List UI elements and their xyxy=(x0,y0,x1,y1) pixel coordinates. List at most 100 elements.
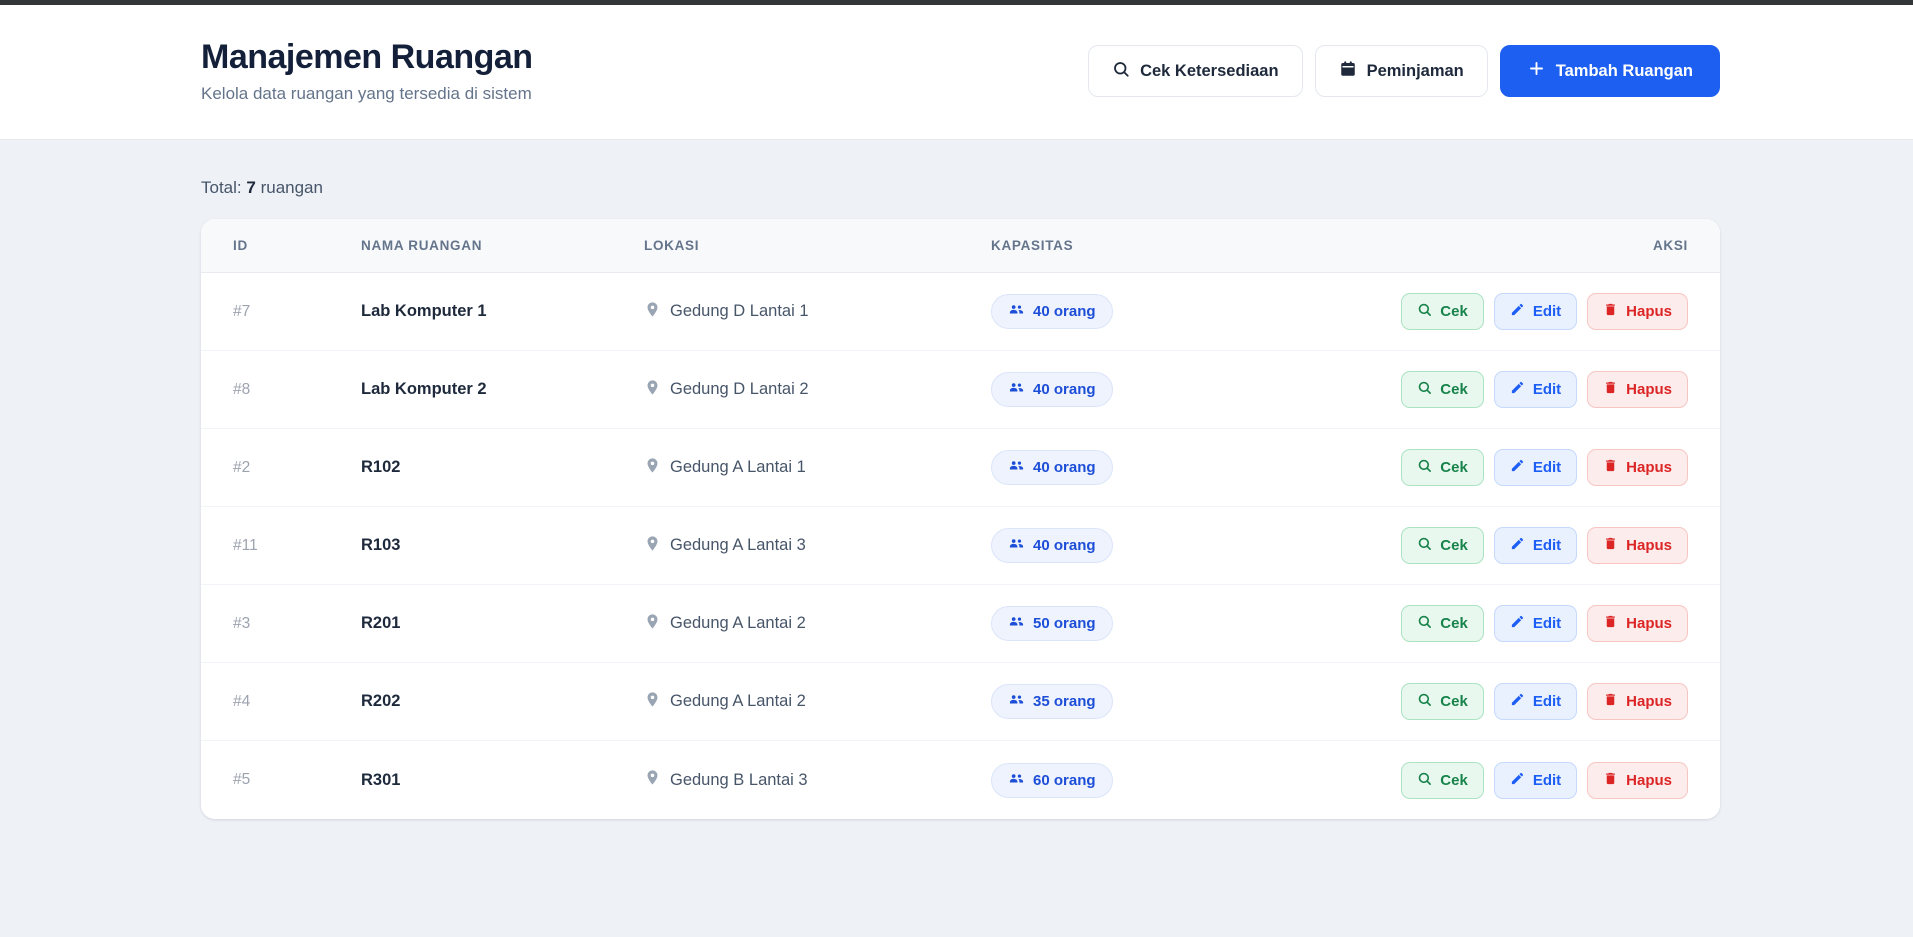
table-row: #3 R201 Gedung A Lantai 2 50 orang Cek xyxy=(201,585,1720,663)
add-room-label: Tambah Ruangan xyxy=(1556,62,1693,81)
search-icon xyxy=(1417,771,1432,790)
edit-room-button[interactable]: Edit xyxy=(1494,527,1577,564)
check-room-button[interactable]: Cek xyxy=(1401,527,1484,564)
check-room-button[interactable]: Cek xyxy=(1401,371,1484,408)
edit-room-button[interactable]: Edit xyxy=(1494,605,1577,642)
edit-room-label: Edit xyxy=(1533,459,1561,476)
pencil-icon xyxy=(1510,536,1525,555)
room-name: Lab Komputer 2 xyxy=(361,380,644,399)
page-title: Manajemen Ruangan xyxy=(201,38,533,77)
people-icon xyxy=(1008,535,1025,556)
check-room-label: Cek xyxy=(1440,772,1468,789)
delete-room-button[interactable]: Hapus xyxy=(1587,605,1688,642)
check-room-label: Cek xyxy=(1440,693,1468,710)
check-room-button[interactable]: Cek xyxy=(1401,605,1484,642)
search-icon xyxy=(1417,380,1432,399)
search-icon xyxy=(1417,692,1432,711)
pencil-icon xyxy=(1510,380,1525,399)
header-actions: Cek Ketersediaan Peminjaman Tambah Ruang… xyxy=(1088,45,1720,97)
column-header-id: ID xyxy=(233,238,361,253)
table-row: #2 R102 Gedung A Lantai 1 40 orang Cek xyxy=(201,429,1720,507)
edit-room-label: Edit xyxy=(1533,693,1561,710)
column-header-location: LOKASI xyxy=(644,238,991,253)
check-room-label: Cek xyxy=(1440,615,1468,632)
row-actions: Cek Edit Hapus xyxy=(1321,605,1688,642)
delete-room-button[interactable]: Hapus xyxy=(1587,683,1688,720)
room-location-text: Gedung D Lantai 1 xyxy=(670,302,809,321)
row-actions: Cek Edit Hapus xyxy=(1321,527,1688,564)
capacity-text: 50 orang xyxy=(1033,615,1096,632)
room-name: R301 xyxy=(361,771,644,790)
add-room-button[interactable]: Tambah Ruangan xyxy=(1500,45,1720,97)
trash-icon xyxy=(1603,458,1618,477)
page-header: Manajemen Ruangan Kelola data ruangan ya… xyxy=(0,5,1913,140)
edit-room-button[interactable]: Edit xyxy=(1494,293,1577,330)
borrowing-button[interactable]: Peminjaman xyxy=(1315,45,1488,97)
room-name: Lab Komputer 1 xyxy=(361,302,644,321)
edit-room-label: Edit xyxy=(1533,772,1561,789)
check-room-button[interactable]: Cek xyxy=(1401,762,1484,799)
room-id: #11 xyxy=(233,537,361,555)
location-pin-icon xyxy=(644,457,661,479)
trash-icon xyxy=(1603,380,1618,399)
location-pin-icon xyxy=(644,769,661,791)
search-icon xyxy=(1417,302,1432,321)
edit-room-button[interactable]: Edit xyxy=(1494,762,1577,799)
room-capacity-cell: 50 orang xyxy=(991,606,1321,641)
room-capacity-cell: 35 orang xyxy=(991,684,1321,719)
table-row: #8 Lab Komputer 2 Gedung D Lantai 2 40 o… xyxy=(201,351,1720,429)
room-capacity-cell: 40 orang xyxy=(991,528,1321,563)
edit-room-label: Edit xyxy=(1533,615,1561,632)
room-location: Gedung D Lantai 2 xyxy=(644,379,991,401)
calendar-icon xyxy=(1339,60,1357,83)
search-icon xyxy=(1417,614,1432,633)
delete-room-label: Hapus xyxy=(1626,615,1672,632)
check-room-button[interactable]: Cek xyxy=(1401,683,1484,720)
room-id: #5 xyxy=(233,771,361,789)
delete-room-button[interactable]: Hapus xyxy=(1587,293,1688,330)
table-body: #7 Lab Komputer 1 Gedung D Lantai 1 40 o… xyxy=(201,273,1720,819)
capacity-badge: 60 orang xyxy=(991,763,1113,798)
check-room-label: Cek xyxy=(1440,381,1468,398)
room-capacity-cell: 60 orang xyxy=(991,763,1321,798)
delete-room-label: Hapus xyxy=(1626,303,1672,320)
room-location: Gedung D Lantai 1 xyxy=(644,301,991,323)
borrowing-label: Peminjaman xyxy=(1367,62,1464,81)
row-actions: Cek Edit Hapus xyxy=(1321,371,1688,408)
pencil-icon xyxy=(1510,302,1525,321)
edit-room-button[interactable]: Edit xyxy=(1494,371,1577,408)
delete-room-label: Hapus xyxy=(1626,537,1672,554)
trash-icon xyxy=(1603,692,1618,711)
column-header-name: NAMA RUANGAN xyxy=(361,238,644,253)
capacity-badge: 40 orang xyxy=(991,294,1113,329)
delete-room-button[interactable]: Hapus xyxy=(1587,762,1688,799)
search-icon xyxy=(1417,458,1432,477)
delete-room-label: Hapus xyxy=(1626,459,1672,476)
main-content: Total: 7 ruangan ID NAMA RUANGAN LOKASI … xyxy=(0,178,1913,819)
delete-room-button[interactable]: Hapus xyxy=(1587,527,1688,564)
pencil-icon xyxy=(1510,458,1525,477)
location-pin-icon xyxy=(644,379,661,401)
row-actions: Cek Edit Hapus xyxy=(1321,683,1688,720)
check-room-button[interactable]: Cek xyxy=(1401,293,1484,330)
people-icon xyxy=(1008,301,1025,322)
table-row: #11 R103 Gedung A Lantai 3 40 orang Cek xyxy=(201,507,1720,585)
rooms-table-card: ID NAMA RUANGAN LOKASI KAPASITAS AKSI #7… xyxy=(201,219,1720,819)
column-header-actions: AKSI xyxy=(1321,238,1688,253)
check-availability-button[interactable]: Cek Ketersediaan xyxy=(1088,45,1303,97)
people-icon xyxy=(1008,457,1025,478)
capacity-text: 60 orang xyxy=(1033,772,1096,789)
check-room-button[interactable]: Cek xyxy=(1401,449,1484,486)
delete-room-button[interactable]: Hapus xyxy=(1587,371,1688,408)
capacity-badge: 40 orang xyxy=(991,372,1113,407)
table-row: #5 R301 Gedung B Lantai 3 60 orang Cek xyxy=(201,741,1720,819)
delete-room-button[interactable]: Hapus xyxy=(1587,449,1688,486)
capacity-text: 35 orang xyxy=(1033,693,1096,710)
edit-room-button[interactable]: Edit xyxy=(1494,449,1577,486)
capacity-text: 40 orang xyxy=(1033,537,1096,554)
edit-room-button[interactable]: Edit xyxy=(1494,683,1577,720)
trash-icon xyxy=(1603,614,1618,633)
pencil-icon xyxy=(1510,692,1525,711)
pencil-icon xyxy=(1510,614,1525,633)
room-id: #8 xyxy=(233,381,361,399)
